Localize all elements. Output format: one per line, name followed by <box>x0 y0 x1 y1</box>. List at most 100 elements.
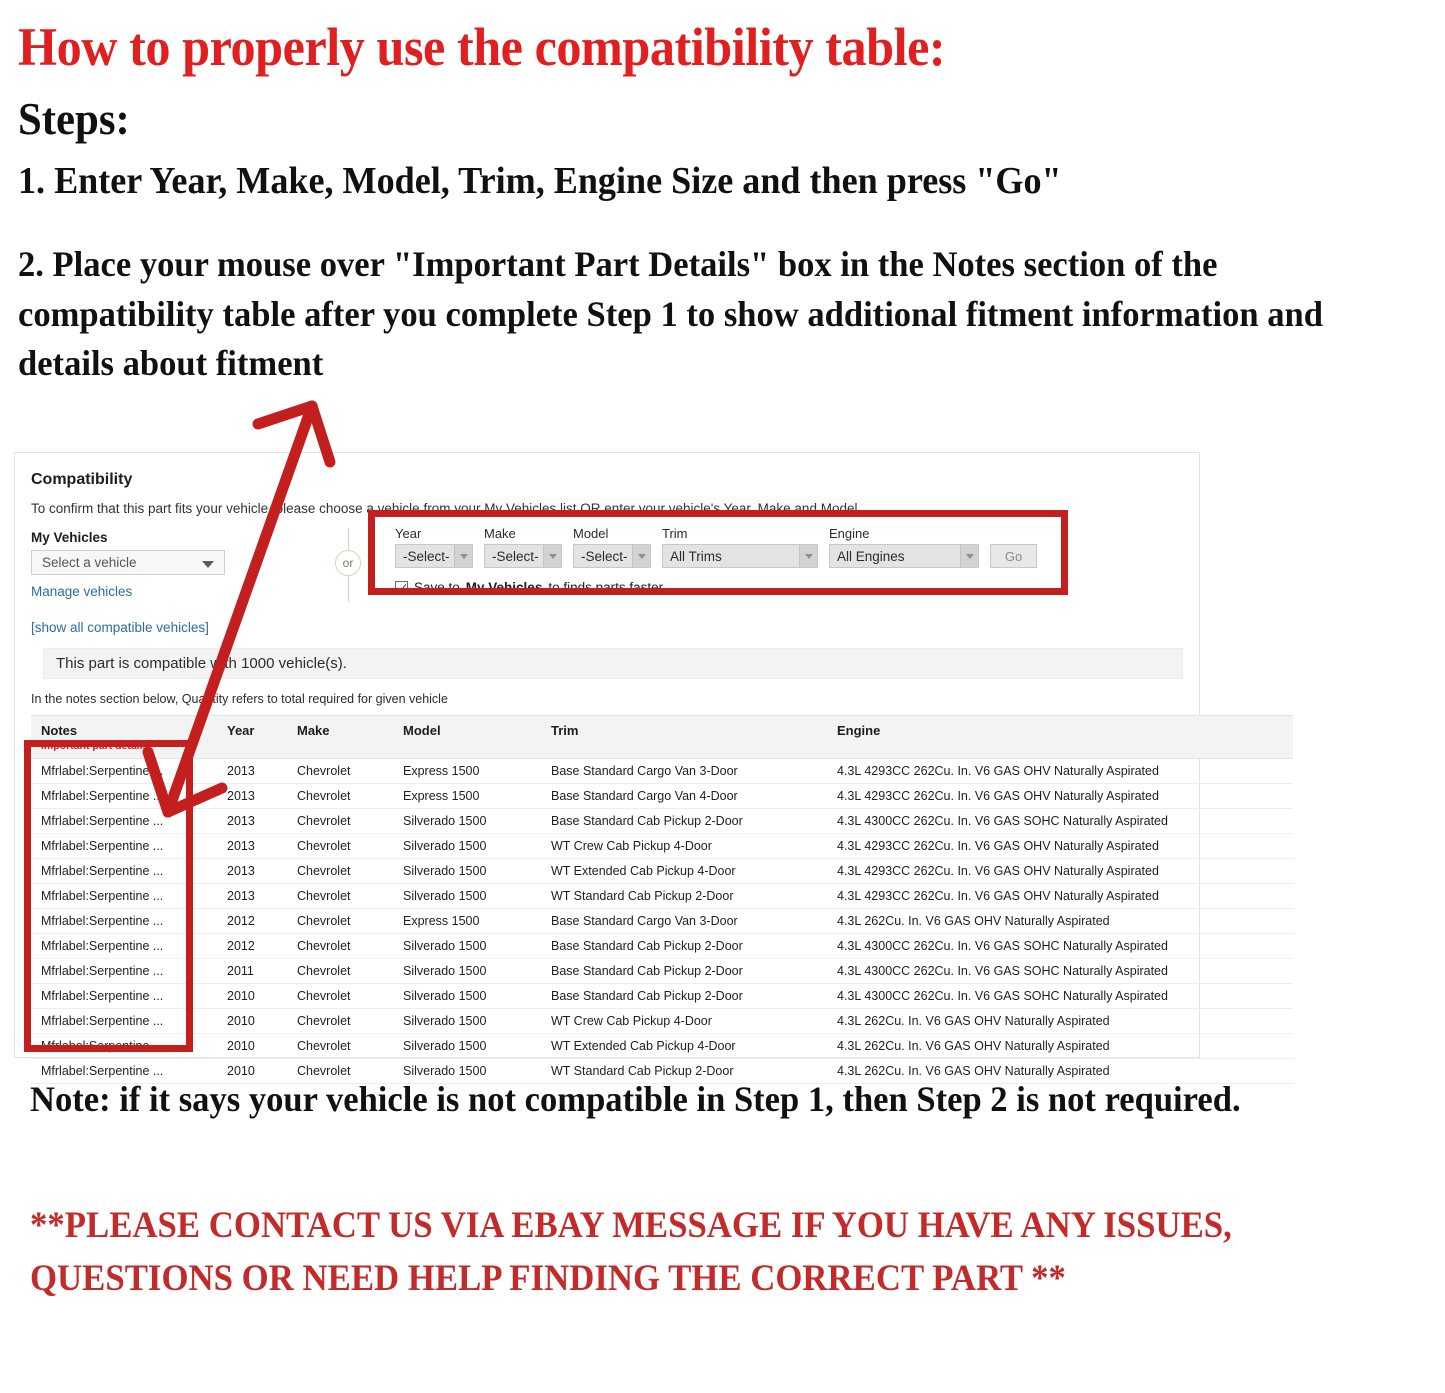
engine-select[interactable]: All Engines <box>829 544 979 568</box>
notes-quantity-hint: In the notes section below, Quantity ref… <box>31 692 448 706</box>
cell-notes[interactable]: Mfrlabel:Serpentine ... <box>31 808 217 834</box>
compatibility-table: Notes Important part details Year Make M… <box>31 715 1293 1084</box>
model-label: Model <box>573 526 609 541</box>
table-header-row: Notes Important part details Year Make M… <box>31 715 1293 759</box>
save-bold-label: My Vehicles <box>465 580 543 595</box>
table-row: Mfrlabel:Serpentine ... 2013 Chevrolet Silv… <box>31 858 1293 884</box>
year-select[interactable]: -Select- <box>395 544 473 568</box>
cell-trim: Base Standard Cab Pickup 2-Door <box>541 958 827 984</box>
cell-year: 2013 <box>217 883 287 909</box>
cell-model: Silverado 1500 <box>393 833 541 859</box>
th-notes[interactable]: Notes Important part details <box>31 715 217 759</box>
table-row: Mfrlabel:Serpentine ... 2013 Chevrolet Silv… <box>31 808 1293 834</box>
cell-trim: Base Standard Cab Pickup 2-Door <box>541 933 827 959</box>
cell-engine: 4.3L 4300CC 262Cu. In. V6 GAS SOHC Natur… <box>827 983 1293 1009</box>
cell-notes[interactable]: Mfrlabel:Serpentine ... <box>31 983 217 1009</box>
table-row: Mfrlabel:Serpentine ... 2012 Chevrolet Silv… <box>31 933 1293 959</box>
compatible-count-banner: This part is compatible with 1000 vehicl… <box>43 648 1183 679</box>
note-text: Note: if it says your vehicle is not com… <box>30 1079 1241 1119</box>
cell-make: Chevrolet <box>287 958 393 984</box>
cell-model: Silverado 1500 <box>393 858 541 884</box>
save-suffix-label: to finds parts faster <box>548 580 664 595</box>
cell-notes[interactable]: Mfrlabel:Serpentine ... <box>31 758 217 784</box>
model-select[interactable]: -Select- <box>573 544 651 568</box>
table-row: Mfrlabel:Serpentine ... 2013 Chevrolet Expr… <box>31 758 1293 784</box>
cell-trim: Base Standard Cargo Van 3-Door <box>541 908 827 934</box>
cell-make: Chevrolet <box>287 758 393 784</box>
my-vehicles-select[interactable]: Select a vehicle <box>31 550 225 575</box>
cell-engine: 4.3L 262Cu. In. V6 GAS OHV Naturally Asp… <box>827 1033 1293 1059</box>
table-row: Mfrlabel:Serpentine ... 2013 Chevrolet Silv… <box>31 833 1293 859</box>
cell-trim: Base Standard Cab Pickup 2-Door <box>541 983 827 1009</box>
cell-year: 2012 <box>217 908 287 934</box>
table-row: Mfrlabel:Serpentine ... 2013 Chevrolet Expr… <box>31 783 1293 809</box>
cell-make: Chevrolet <box>287 1033 393 1059</box>
save-prefix-label: Save to <box>414 580 460 595</box>
cell-trim: WT Crew Cab Pickup 4-Door <box>541 1008 827 1034</box>
chevron-down-icon <box>632 545 650 567</box>
cell-year: 2013 <box>217 808 287 834</box>
cell-model: Express 1500 <box>393 908 541 934</box>
save-checkbox[interactable] <box>395 581 408 594</box>
cell-notes[interactable]: Mfrlabel:Serpentine ... <box>31 1008 217 1034</box>
cell-make: Chevrolet <box>287 933 393 959</box>
chevron-down-icon <box>543 545 561 567</box>
cell-trim: WT Extended Cab Pickup 4-Door <box>541 858 827 884</box>
step-2-text: 2. Place your mouse over "Important Part… <box>18 243 1323 384</box>
vehicle-finder-form: Year -Select- Make -Select- Model -Selec… <box>395 526 1037 568</box>
cell-year: 2011 <box>217 958 287 984</box>
cell-make: Chevrolet <box>287 783 393 809</box>
cell-model: Express 1500 <box>393 758 541 784</box>
cell-engine: 4.3L 4300CC 262Cu. In. V6 GAS SOHC Natur… <box>827 808 1293 834</box>
cell-make: Chevrolet <box>287 983 393 1009</box>
go-button[interactable]: Go <box>990 544 1037 568</box>
year-label: Year <box>395 526 422 541</box>
make-field-group: Make -Select- <box>484 526 562 568</box>
make-select[interactable]: -Select- <box>484 544 562 568</box>
vehicle-selection-row: My Vehicles Select a vehicle Manage vehi… <box>31 526 1183 616</box>
cell-year: 2013 <box>217 758 287 784</box>
table-row: Mfrlabel:Serpentine ... 2012 Chevrolet Expr… <box>31 908 1293 934</box>
year-field-group: Year -Select- <box>395 526 473 568</box>
cell-notes[interactable]: Mfrlabel:Serpentine ... <box>31 783 217 809</box>
cell-notes[interactable]: Mfrlabel:Serpentine ... <box>31 958 217 984</box>
th-engine[interactable]: Engine <box>827 715 1293 759</box>
cell-trim: Base Standard Cargo Van 3-Door <box>541 758 827 784</box>
th-year[interactable]: Year <box>217 715 287 759</box>
compatibility-heading: Compatibility <box>31 471 133 488</box>
contact-text: **PLEASE CONTACT US VIA EBAY MESSAGE IF … <box>30 1205 1232 1299</box>
cell-engine: 4.3L 262Cu. In. V6 GAS OHV Naturally Asp… <box>827 1008 1293 1034</box>
cell-notes[interactable]: Mfrlabel:Serpentine ... <box>31 1033 217 1059</box>
trim-field-group: Trim All Trims <box>662 526 818 568</box>
cell-trim: WT Crew Cab Pickup 4-Door <box>541 833 827 859</box>
cell-engine: 4.3L 4293CC 262Cu. In. V6 GAS OHV Natura… <box>827 883 1293 909</box>
show-all-compatible-vehicles-link[interactable]: [show all compatible vehicles] <box>31 620 1183 635</box>
cell-notes[interactable]: Mfrlabel:Serpentine ... <box>31 908 217 934</box>
th-model[interactable]: Model <box>393 715 541 759</box>
compatibility-panel: Compatibility To confirm that this part … <box>14 452 1293 1084</box>
make-label: Make <box>484 526 516 541</box>
cell-notes[interactable]: Mfrlabel:Serpentine ... <box>31 883 217 909</box>
cell-make: Chevrolet <box>287 858 393 884</box>
cell-year: 2010 <box>217 983 287 1009</box>
cell-year: 2012 <box>217 933 287 959</box>
cell-make: Chevrolet <box>287 808 393 834</box>
cell-model: Silverado 1500 <box>393 1033 541 1059</box>
cell-notes[interactable]: Mfrlabel:Serpentine ... <box>31 933 217 959</box>
engine-label: Engine <box>829 526 870 541</box>
cell-model: Silverado 1500 <box>393 983 541 1009</box>
trim-select[interactable]: All Trims <box>662 544 818 568</box>
cell-make: Chevrolet <box>287 908 393 934</box>
cell-model: Silverado 1500 <box>393 933 541 959</box>
chevron-down-icon <box>454 545 472 567</box>
cell-engine: 4.3L 4293CC 262Cu. In. V6 GAS OHV Natura… <box>827 858 1293 884</box>
trim-value: All Trims <box>670 548 722 564</box>
th-notes-important-label: Important part details <box>41 740 149 752</box>
save-to-my-vehicles-row[interactable]: Save to My Vehicles to finds parts faste… <box>395 580 663 595</box>
cell-notes[interactable]: Mfrlabel:Serpentine ... <box>31 858 217 884</box>
th-make[interactable]: Make <box>287 715 393 759</box>
cell-make: Chevrolet <box>287 833 393 859</box>
cell-trim: WT Extended Cab Pickup 4-Door <box>541 1033 827 1059</box>
cell-notes[interactable]: Mfrlabel:Serpentine ... <box>31 833 217 859</box>
th-trim[interactable]: Trim <box>541 715 827 759</box>
